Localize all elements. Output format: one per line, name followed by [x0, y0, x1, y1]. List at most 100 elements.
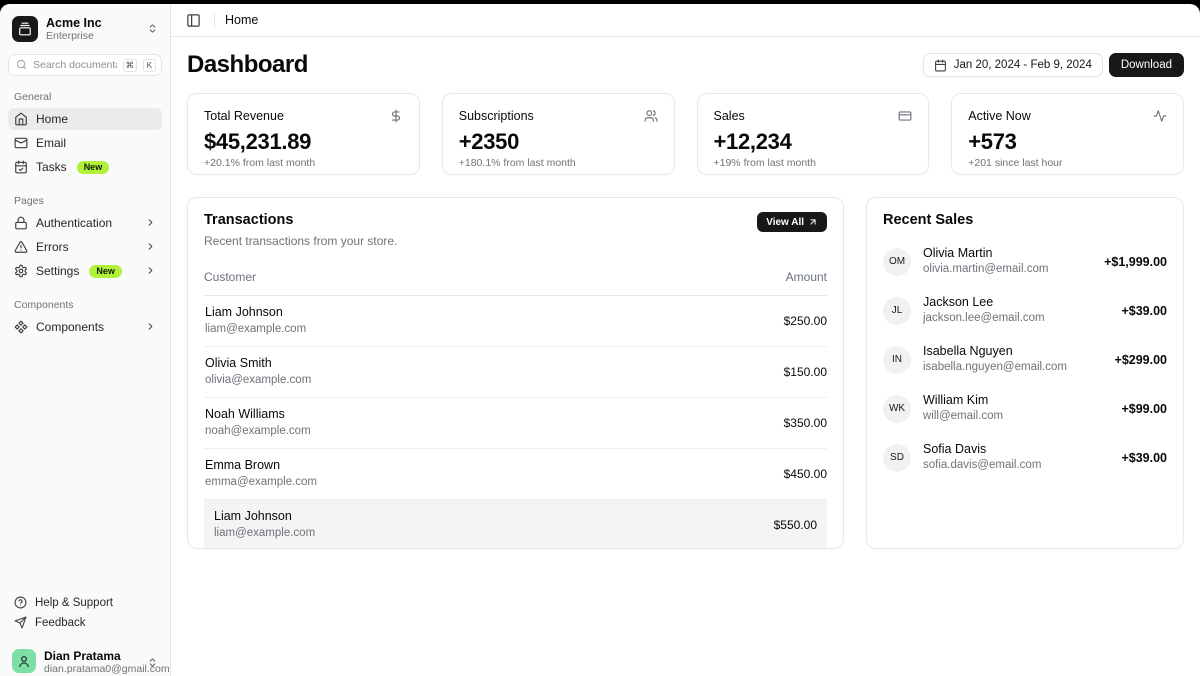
activity-icon	[1153, 107, 1167, 125]
recent-sales-title: Recent Sales	[883, 212, 1167, 228]
new-badge: New	[89, 265, 122, 278]
tasks-icon	[14, 158, 28, 176]
table-row[interactable]: Noah Williamsnoah@example.com $350.00	[204, 398, 827, 449]
chevrons-up-down-icon	[147, 20, 158, 38]
page-content: Dashboard Jan 20, 2024 - Feb 9, 2024 Dow…	[171, 37, 1200, 676]
help-circle-icon	[14, 594, 27, 612]
alert-triangle-icon	[14, 238, 28, 256]
avatar: WK	[883, 395, 911, 423]
section-label: Components	[8, 299, 162, 311]
view-all-button[interactable]: View All	[757, 212, 827, 232]
section-label: Pages	[8, 195, 162, 207]
stat-cards: Total Revenue $45,231.89 +20.1% from las…	[187, 93, 1184, 175]
acme-logo-icon	[12, 16, 38, 42]
sidebar-footer: Help & Support Feedback Dian Pratama dia…	[8, 593, 162, 676]
topbar: Home	[171, 4, 1200, 37]
stat-change: +19% from last month	[714, 157, 913, 169]
sidebar-item-authentication[interactable]: Authentication	[8, 212, 162, 234]
list-item[interactable]: WK William Kimwill@email.com +$99.00	[883, 393, 1167, 424]
page-title: Dashboard	[187, 51, 308, 79]
list-item[interactable]: IN Isabella Nguyenisabella.nguyen@email.…	[883, 344, 1167, 375]
section-label: General	[8, 91, 162, 103]
sidebar-item-components[interactable]: Components	[8, 316, 162, 338]
home-icon	[14, 110, 28, 128]
kbd-cmd: ⌘	[123, 59, 138, 72]
recent-sales-panel: Recent Sales OM Olivia Martinolivia.mart…	[866, 197, 1184, 549]
sidebar: Acme Inc Enterprise Search documentation…	[0, 4, 171, 676]
stat-change: +201 since last hour	[968, 157, 1167, 169]
chevron-right-icon	[145, 214, 156, 232]
send-icon	[14, 614, 27, 632]
list-item[interactable]: OM Olivia Martinolivia.martin@email.com …	[883, 246, 1167, 277]
transactions-panel: Transactions Recent transactions from yo…	[187, 197, 844, 549]
list-item[interactable]: SD Sofia Davissofia.davis@email.com +$39…	[883, 442, 1167, 473]
date-range-picker[interactable]: Jan 20, 2024 - Feb 9, 2024	[923, 53, 1103, 77]
stat-value: $45,231.89	[204, 129, 403, 155]
column-customer: Customer	[204, 262, 627, 296]
stat-card-subscriptions: Subscriptions +2350 +180.1% from last mo…	[442, 93, 675, 175]
new-badge: New	[77, 161, 110, 174]
avatar: OM	[883, 248, 911, 276]
user-email: dian.pratama0@gmail.com	[44, 663, 139, 676]
user-name: Dian Pratama	[44, 649, 139, 663]
topbar-divider	[214, 13, 215, 28]
avatar: SD	[883, 444, 911, 472]
user-avatar	[12, 649, 36, 673]
table-row[interactable]: Emma Brownemma@example.com $450.00	[204, 449, 827, 500]
sidebar-item-settings[interactable]: Settings New	[8, 260, 162, 282]
sidebar-toggle-button[interactable]	[183, 9, 204, 31]
app-window: Acme Inc Enterprise Search documentation…	[0, 4, 1200, 676]
org-switcher[interactable]: Acme Inc Enterprise	[8, 12, 162, 46]
calendar-icon	[934, 59, 947, 72]
dollar-icon	[389, 107, 403, 125]
users-icon	[644, 107, 658, 125]
sidebar-section-general: General Home Email Tasks New	[8, 91, 162, 180]
stat-card-sales: Sales +12,234 +19% from last month	[697, 93, 930, 175]
stat-value: +12,234	[714, 129, 913, 155]
search-placeholder: Search documentation	[33, 59, 117, 71]
stat-card-active-now: Active Now +573 +201 since last hour	[951, 93, 1184, 175]
sidebar-item-help-support[interactable]: Help & Support	[8, 593, 162, 613]
mail-icon	[14, 134, 28, 152]
transactions-table: Customer Amount Liam Johnsonliam@example…	[204, 262, 827, 549]
user-menu[interactable]: Dian Pratama dian.pratama0@gmail.com	[8, 641, 162, 676]
download-button[interactable]: Download	[1109, 53, 1184, 77]
lock-icon	[14, 214, 28, 232]
table-row[interactable]: Liam Johnsonliam@example.com $250.00	[204, 296, 827, 347]
search-icon	[16, 56, 27, 74]
sidebar-section-components: Components Components	[8, 299, 162, 340]
table-row-highlighted[interactable]: Liam Johnsonliam@example.com $550.00	[204, 500, 827, 550]
transactions-title: Transactions	[204, 212, 397, 228]
panel-left-icon	[186, 12, 201, 28]
stat-change: +180.1% from last month	[459, 157, 658, 169]
stat-change: +20.1% from last month	[204, 157, 403, 169]
avatar: IN	[883, 346, 911, 374]
gear-icon	[14, 262, 28, 280]
sidebar-item-errors[interactable]: Errors	[8, 236, 162, 258]
chevron-right-icon	[145, 318, 156, 336]
sidebar-item-tasks[interactable]: Tasks New	[8, 156, 162, 178]
sidebar-item-email[interactable]: Email	[8, 132, 162, 154]
sidebar-item-feedback[interactable]: Feedback	[8, 613, 162, 633]
org-plan: Enterprise	[46, 30, 139, 42]
chevrons-up-down-icon	[147, 654, 158, 672]
column-amount: Amount	[627, 262, 827, 296]
table-row[interactable]: Olivia Smitholivia@example.com $150.00	[204, 347, 827, 398]
transactions-subtitle: Recent transactions from your store.	[204, 234, 397, 248]
date-range-value: Jan 20, 2024 - Feb 9, 2024	[954, 59, 1092, 71]
page-header: Dashboard Jan 20, 2024 - Feb 9, 2024 Dow…	[187, 51, 1184, 79]
sidebar-item-home[interactable]: Home	[8, 108, 162, 130]
chevron-right-icon	[145, 238, 156, 256]
sidebar-section-pages: Pages Authentication Errors Settings New	[8, 195, 162, 284]
list-item[interactable]: JL Jackson Leejackson.lee@email.com +$39…	[883, 295, 1167, 326]
breadcrumb: Home	[225, 13, 258, 27]
component-icon	[14, 318, 28, 336]
credit-card-icon	[898, 107, 912, 125]
stat-card-total-revenue: Total Revenue $45,231.89 +20.1% from las…	[187, 93, 420, 175]
avatar: JL	[883, 297, 911, 325]
arrow-up-right-icon	[808, 217, 818, 228]
main-area: Home Dashboard Jan 20, 2024 - Feb 9, 202…	[171, 4, 1200, 676]
org-name: Acme Inc	[46, 16, 139, 30]
chevron-right-icon	[145, 262, 156, 280]
search-input[interactable]: Search documentation ⌘ K	[8, 54, 162, 76]
